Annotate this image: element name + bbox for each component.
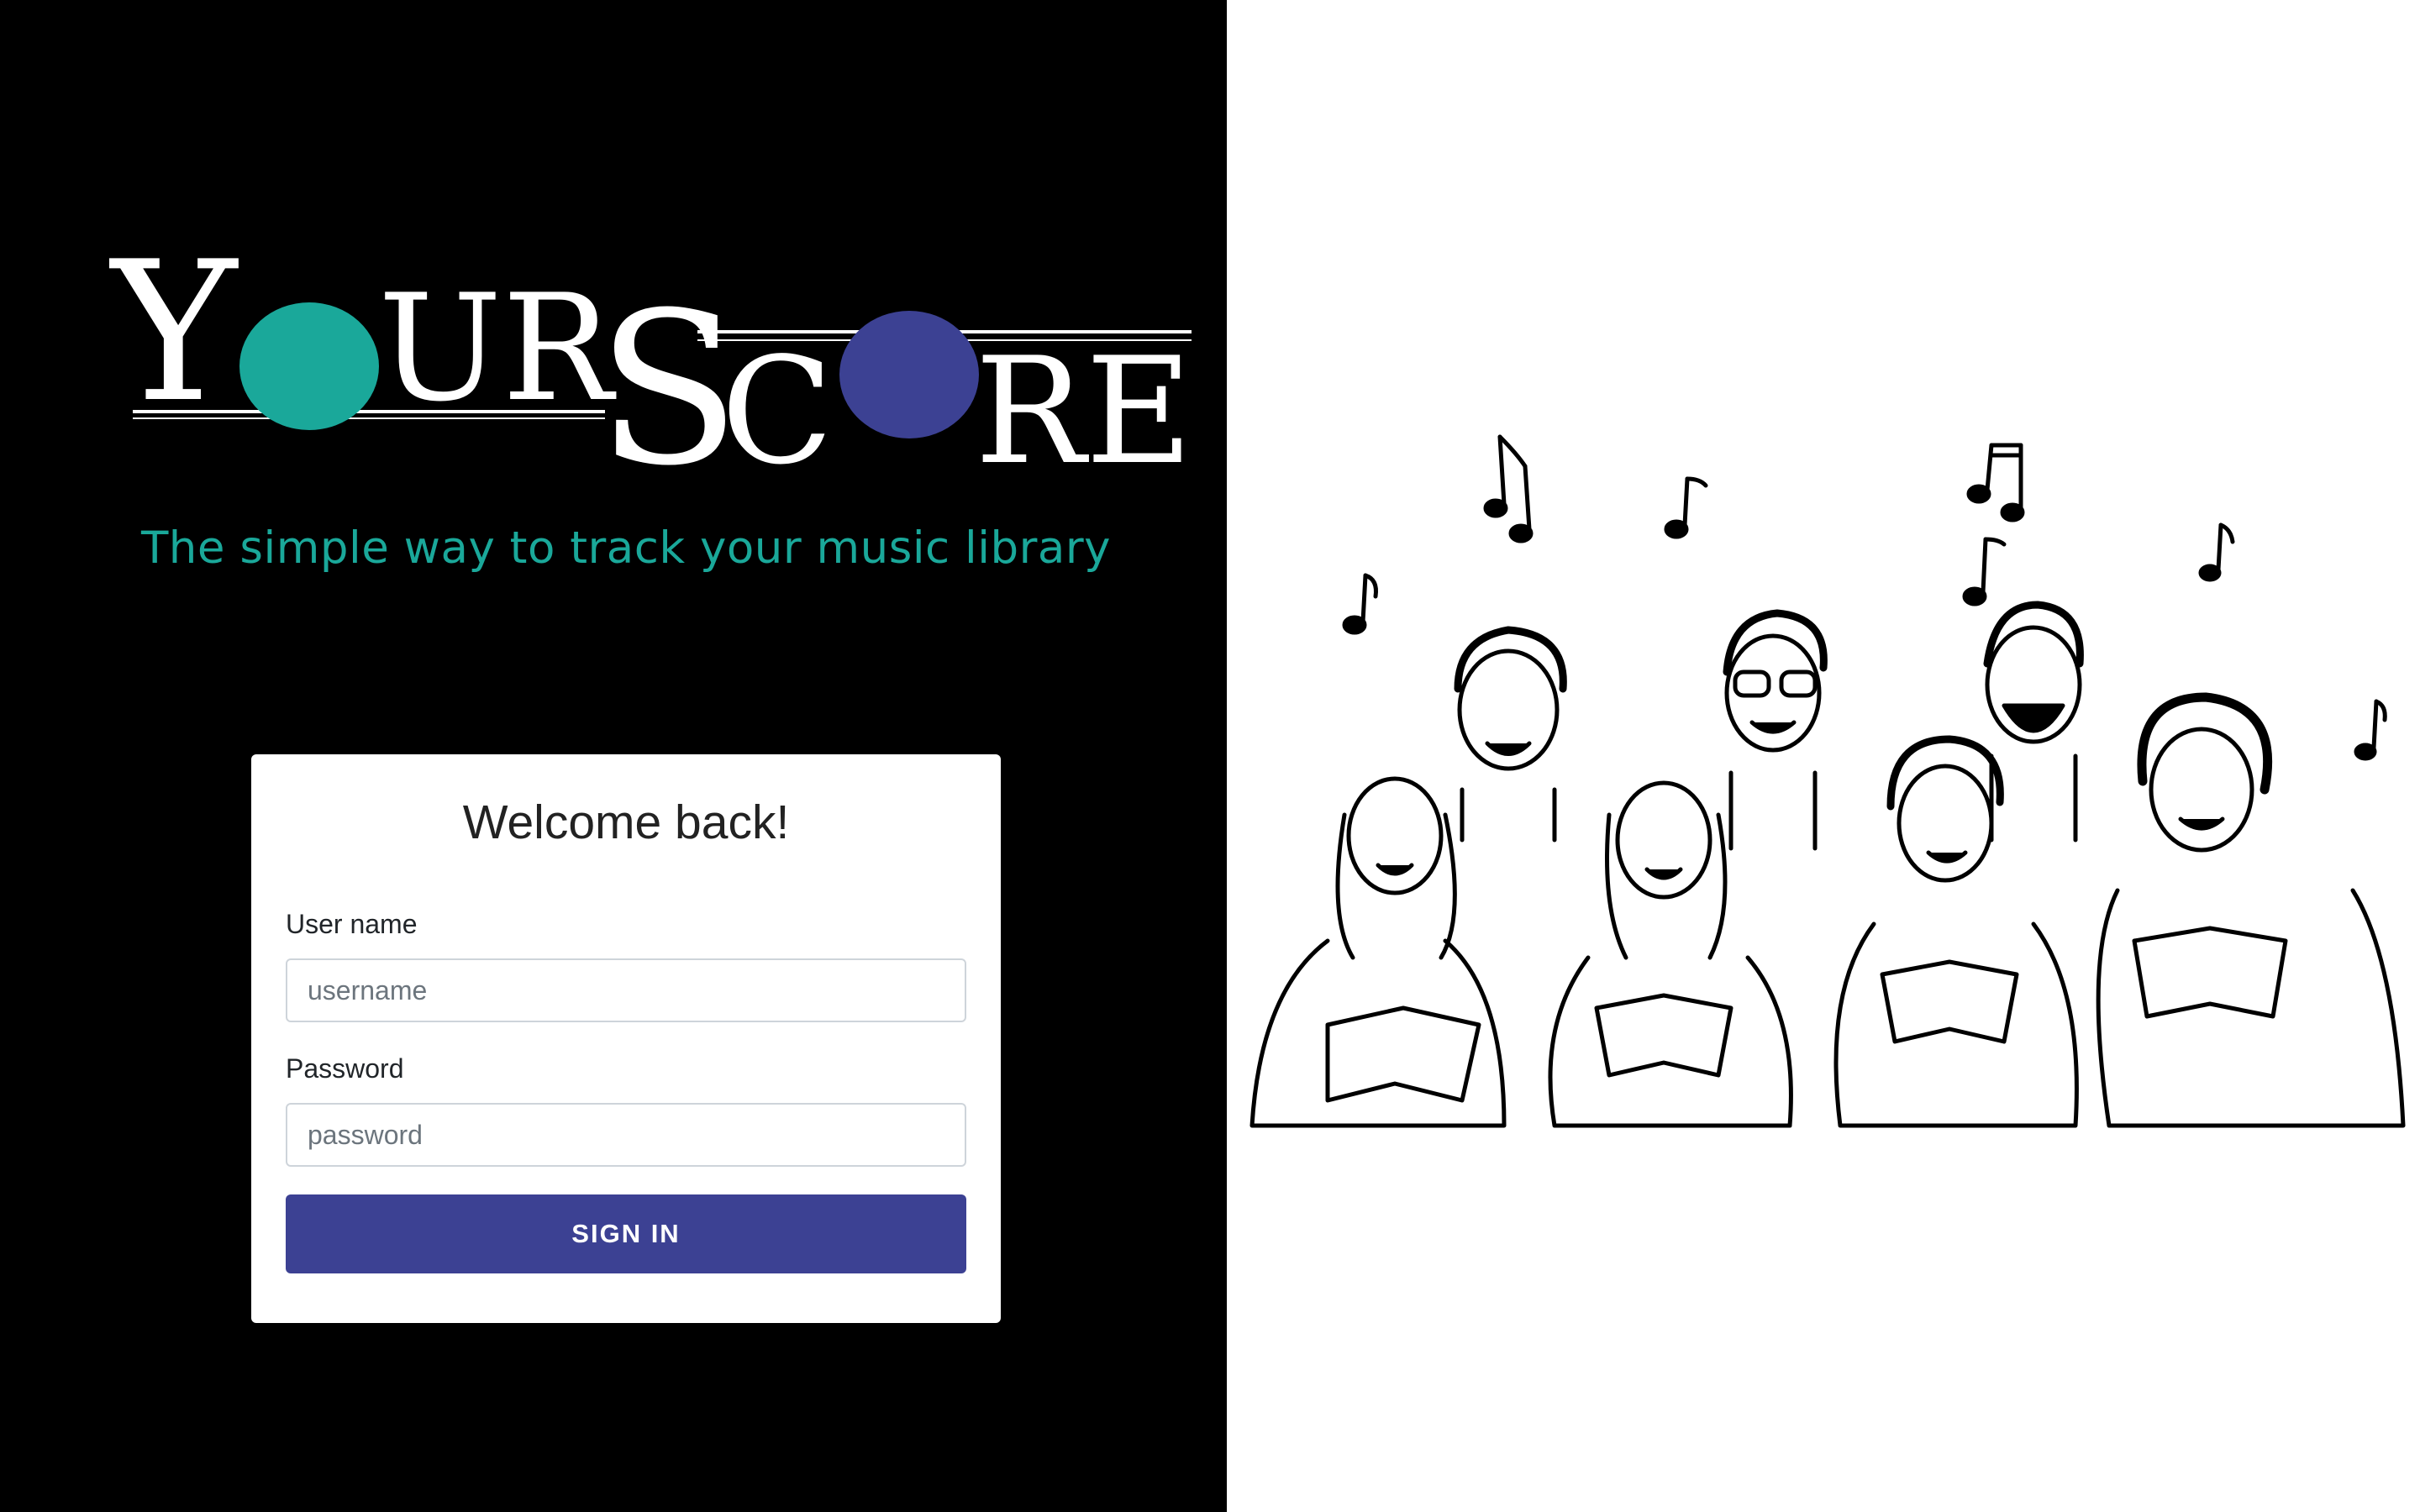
singer-figure <box>2096 692 2406 1128</box>
music-note-icon <box>2354 699 2387 761</box>
choir-illustration <box>1249 434 2406 1128</box>
singer-figure <box>1454 626 1567 843</box>
signin-button[interactable]: SIGN IN <box>286 1194 966 1273</box>
logo-letters-ur: UR <box>378 264 616 434</box>
card-title: Welcome back! <box>462 795 790 849</box>
singer-figure <box>1249 776 1507 1128</box>
logo-o-indigo-icon <box>839 311 979 438</box>
logo-o-teal-icon <box>239 302 379 430</box>
music-note-icon <box>1483 434 1534 543</box>
password-label: Password <box>286 1053 404 1084</box>
logo-letter-c: C <box>721 327 834 487</box>
yourscore-logo: Y UR S C RE <box>109 221 1193 487</box>
music-note-icon <box>1962 537 2007 606</box>
music-note-icon <box>2198 522 2235 582</box>
logo-letters-re: RE <box>975 327 1193 487</box>
username-input[interactable] <box>286 958 966 1022</box>
logo-letter-y: Y <box>109 221 239 445</box>
singer-figure <box>1723 609 1828 851</box>
singer-figure <box>1548 780 1793 1128</box>
tagline: The simple way to track your music libra… <box>140 522 1112 574</box>
music-note-icon <box>1966 443 2025 522</box>
singer-figure <box>1833 735 2079 1128</box>
music-note-icon <box>1342 573 1378 635</box>
left-panel: Y UR S C RE The simple way to track your… <box>0 0 1227 1512</box>
password-input[interactable] <box>286 1103 966 1167</box>
login-card: Welcome back! User name Password SIGN IN <box>251 754 1001 1323</box>
music-note-icon <box>1664 476 1708 539</box>
logo-letter-s: S <box>597 267 740 487</box>
username-label: User name <box>286 909 418 939</box>
